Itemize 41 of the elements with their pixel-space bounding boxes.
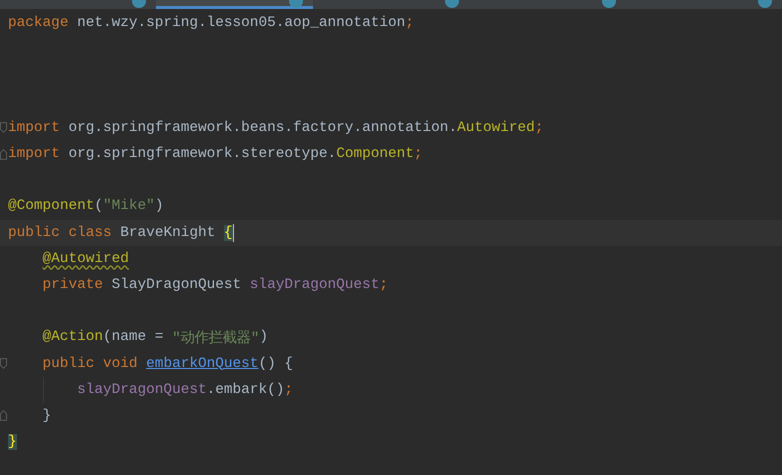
fold-icon[interactable]: [0, 410, 7, 422]
code-text: org.springframework.stereotype.: [67, 146, 336, 162]
code-field: slayDragonQuest: [77, 382, 207, 398]
text-caret: [232, 224, 234, 242]
code-keyword: public void: [42, 356, 139, 372]
code-keyword: private: [42, 276, 103, 293]
code-annotation: Component: [336, 146, 414, 162]
matched-brace: {: [224, 224, 233, 241]
code-text: () {: [258, 356, 293, 372]
code-keyword: ;: [405, 15, 414, 32]
code-field: slayDragonQuest: [250, 276, 380, 293]
code-keyword: ;: [379, 276, 388, 293]
fold-icon[interactable]: [0, 358, 7, 370]
code-string: "动作拦截器": [172, 329, 260, 347]
code-keyword: ;: [284, 382, 293, 398]
code-text: .embark(): [206, 382, 284, 398]
code-text: BraveKnight: [119, 224, 216, 241]
fold-icon[interactable]: [0, 122, 7, 134]
code-annotation: @Action: [42, 329, 103, 346]
method-name[interactable]: embarkOnQuest: [146, 356, 258, 372]
code-text: (: [94, 198, 103, 214]
code-annotation: Autowired: [457, 120, 535, 136]
code-annotation: @Component: [8, 198, 94, 214]
code-text: ): [259, 329, 268, 346]
editor-tab[interactable]: [156, 0, 313, 9]
code-text: net.wzy.spring.lesson05.aop_annotation: [76, 15, 406, 32]
matched-brace: }: [8, 434, 17, 450]
code-text: SlayDragonQuest: [110, 276, 242, 293]
code-keyword: import: [8, 146, 60, 162]
code-annotation: @Autowired: [42, 250, 129, 267]
code-keyword: public class: [8, 224, 112, 241]
code-string: "Mike": [103, 198, 155, 214]
code-text: org.springframework.beans.factory.annotation.: [67, 120, 458, 136]
code-keyword: import: [8, 120, 60, 136]
code-keyword: package: [8, 15, 68, 32]
code-keyword: ;: [414, 146, 423, 162]
code-text: ): [154, 198, 164, 214]
code-text: (name =: [102, 329, 164, 346]
fold-icon[interactable]: [0, 148, 7, 160]
code-keyword: ;: [534, 120, 544, 136]
code-text: }: [42, 408, 52, 424]
